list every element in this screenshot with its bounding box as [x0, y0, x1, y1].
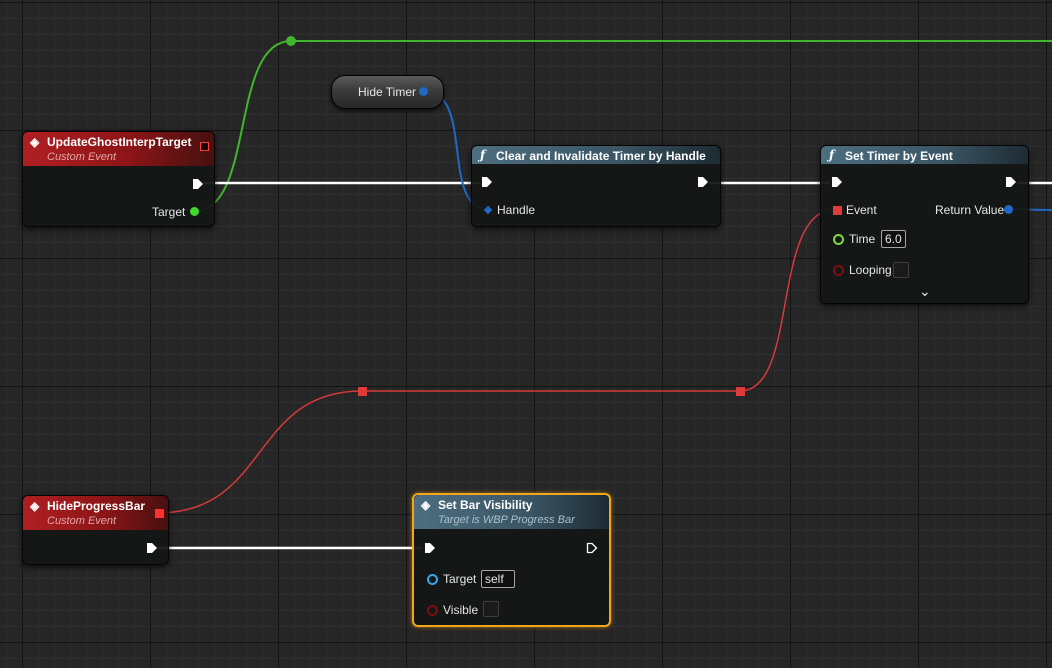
exec-in-pin[interactable] — [481, 176, 493, 188]
node-header: ◈ HideProgressBar Custom Event — [23, 496, 168, 530]
time-value-field[interactable]: 6.0 — [881, 230, 906, 248]
function-f-icon: ƒ — [480, 148, 486, 162]
reroute-knot[interactable] — [736, 387, 745, 396]
exec-in-pin[interactable] — [424, 542, 436, 554]
node-title: Clear and Invalidate Timer by Handle — [496, 149, 706, 163]
expand-arrow-icon[interactable]: ⌄ — [919, 283, 931, 300]
set-timer-by-event-node[interactable]: ƒ Set Timer by Event Event Return Value … — [820, 145, 1029, 304]
exec-out-pin[interactable] — [1005, 176, 1017, 188]
handle-input-pin[interactable] — [483, 205, 493, 215]
target-output-pin[interactable] — [190, 207, 199, 216]
node-title: UpdateGhostInterpTarget — [47, 135, 192, 149]
time-pin-label: Time — [849, 232, 876, 246]
node-header: ◈ Set Bar Visibility Target is WBP Progr… — [414, 495, 609, 529]
update-ghost-interp-target-node[interactable]: ◈ UpdateGhostInterpTarget Custom Event T… — [22, 131, 215, 227]
target-pin-label: Target — [443, 572, 477, 586]
looping-checkbox[interactable] — [893, 262, 909, 278]
time-input-pin[interactable] — [833, 234, 844, 245]
node-subtitle: Custom Event — [47, 515, 117, 527]
clear-invalidate-timer-node[interactable]: ƒ Clear and Invalidate Timer by Handle H… — [471, 145, 721, 227]
reroute-knot[interactable] — [358, 387, 367, 396]
hide-progress-bar-node[interactable]: ◈ HideProgressBar Custom Event — [22, 495, 169, 565]
visible-pin-label: Visible — [443, 603, 479, 617]
delegate-pin[interactable] — [155, 509, 164, 518]
variable-output-pin[interactable] — [419, 87, 428, 96]
delegate-pin[interactable] — [200, 142, 209, 151]
event-pin-label: Event — [846, 203, 877, 217]
set-bar-visibility-node[interactable]: ◈ Set Bar Visibility Target is WBP Progr… — [412, 493, 611, 627]
visible-input-pin[interactable] — [427, 605, 438, 616]
reroute-knot[interactable] — [286, 36, 296, 46]
node-title: Set Bar Visibility — [438, 498, 533, 512]
exec-out-pin[interactable] — [586, 542, 598, 554]
looping-input-pin[interactable] — [833, 265, 844, 276]
node-header: ◈ UpdateGhostInterpTarget Custom Event — [23, 132, 214, 166]
diamond-event-icon: ◈ — [30, 135, 40, 149]
exec-in-pin[interactable] — [831, 176, 843, 188]
delegate-wire[interactable] — [156, 208, 837, 514]
exec-out-pin[interactable] — [192, 178, 204, 190]
node-subtitle: Custom Event — [47, 151, 117, 163]
event-delegate-pin[interactable] — [833, 206, 842, 215]
node-header: ƒ Set Timer by Event — [821, 146, 1028, 164]
return-value-pin[interactable] — [1004, 205, 1013, 214]
function-f-icon: ƒ — [829, 148, 835, 162]
exec-out-pin[interactable] — [146, 542, 158, 554]
target-input-pin[interactable] — [427, 574, 438, 585]
node-title: Set Timer by Event — [845, 149, 953, 163]
hide-timer-variable-node[interactable]: Hide Timer — [331, 75, 444, 109]
handle-pin-label: Handle — [497, 203, 536, 217]
node-title: HideProgressBar — [47, 499, 146, 513]
looping-pin-label: Looping — [849, 263, 892, 277]
node-header: ƒ Clear and Invalidate Timer by Handle — [472, 146, 720, 164]
node-subtitle: Target is WBP Progress Bar — [438, 514, 575, 526]
target-pin-label: Target — [152, 205, 186, 219]
diamond-function-icon: ◈ — [421, 498, 431, 512]
return-value-label: Return Value — [935, 203, 1005, 217]
variable-label: Hide Timer — [358, 85, 417, 99]
exec-out-pin[interactable] — [697, 176, 709, 188]
visible-checkbox[interactable] — [483, 601, 499, 617]
diamond-event-icon: ◈ — [30, 499, 40, 513]
target-value-field[interactable]: self — [481, 570, 515, 588]
